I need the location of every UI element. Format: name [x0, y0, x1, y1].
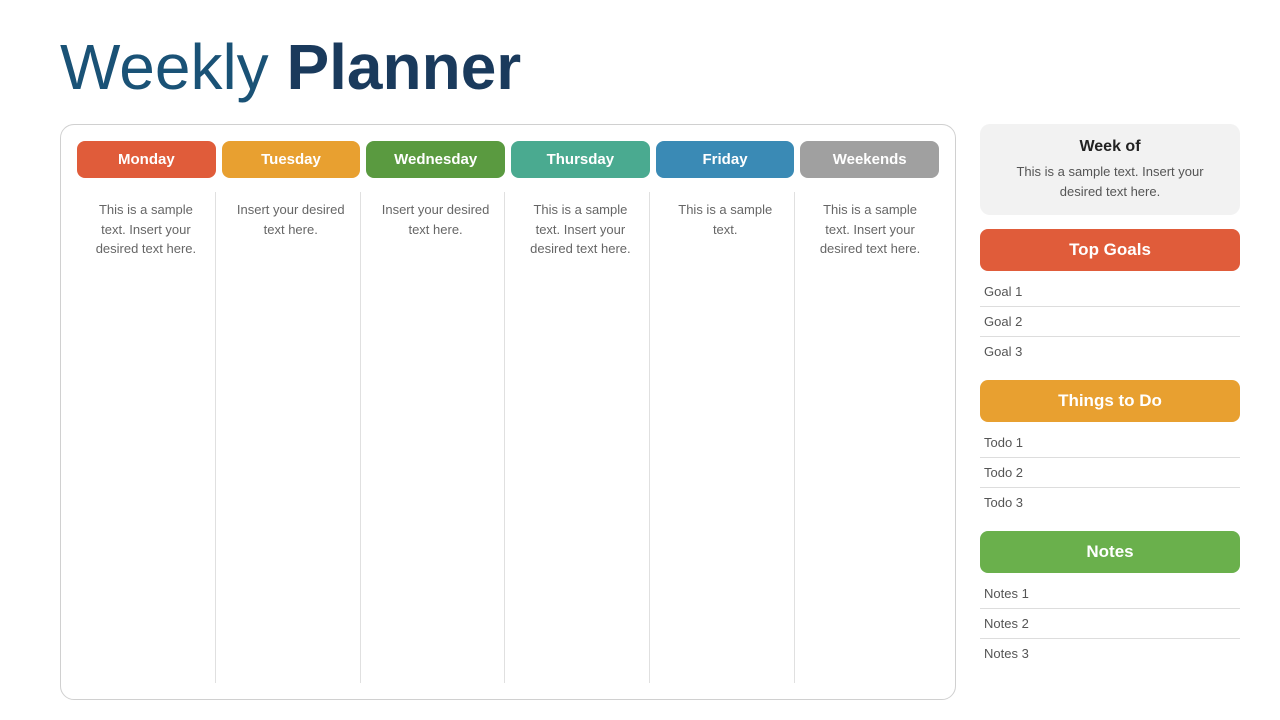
- title-area: Weekly Planner: [60, 30, 1240, 104]
- notes-card: Notes Notes 1Notes 2Notes 3: [980, 531, 1240, 668]
- days-header: MondayTuesdayWednesdayThursdayFridayWeek…: [77, 141, 939, 178]
- top-goals-items: Goal 1Goal 2Goal 3: [980, 277, 1240, 366]
- title-light: Weekly: [60, 31, 286, 103]
- week-of-title: Week of: [996, 138, 1224, 156]
- list-item: Goal 2: [980, 307, 1240, 337]
- list-item: Notes 1: [980, 579, 1240, 609]
- list-item: Goal 1: [980, 277, 1240, 307]
- notes-header: Notes: [980, 531, 1240, 573]
- day-badge-tuesday: Tuesday: [222, 141, 361, 178]
- day-badge-weekends: Weekends: [800, 141, 939, 178]
- things-todo-items: Todo 1Todo 2Todo 3: [980, 428, 1240, 517]
- top-goals-card: Top Goals Goal 1Goal 2Goal 3: [980, 229, 1240, 366]
- things-todo-header: Things to Do: [980, 380, 1240, 422]
- day-col-wednesday: Insert your desired text here.: [367, 192, 506, 683]
- title-bold: Planner: [286, 31, 521, 103]
- list-item: Todo 3: [980, 488, 1240, 517]
- day-col-friday: This is a sample text.: [656, 192, 795, 683]
- day-badge-friday: Friday: [656, 141, 795, 178]
- day-badge-monday: Monday: [77, 141, 216, 178]
- week-of-box: Week of This is a sample text. Insert yo…: [980, 124, 1240, 215]
- top-goals-header: Top Goals: [980, 229, 1240, 271]
- week-of-text: This is a sample text. Insert your desir…: [996, 162, 1224, 201]
- list-item: Notes 3: [980, 639, 1240, 668]
- day-col-weekends: This is a sample text. Insert your desir…: [801, 192, 939, 683]
- day-col-thursday: This is a sample text. Insert your desir…: [511, 192, 650, 683]
- list-item: Todo 1: [980, 428, 1240, 458]
- things-todo-card: Things to Do Todo 1Todo 2Todo 3: [980, 380, 1240, 517]
- notes-items: Notes 1Notes 2Notes 3: [980, 579, 1240, 668]
- day-col-tuesday: Insert your desired text here.: [222, 192, 361, 683]
- main-layout: MondayTuesdayWednesdayThursdayFridayWeek…: [60, 124, 1240, 700]
- list-item: Todo 2: [980, 458, 1240, 488]
- planner-grid: MondayTuesdayWednesdayThursdayFridayWeek…: [60, 124, 956, 700]
- day-badge-wednesday: Wednesday: [366, 141, 505, 178]
- days-content: This is a sample text. Insert your desir…: [77, 192, 939, 683]
- list-item: Goal 3: [980, 337, 1240, 366]
- day-badge-thursday: Thursday: [511, 141, 650, 178]
- sidebar: Week of This is a sample text. Insert yo…: [980, 124, 1240, 700]
- list-item: Notes 2: [980, 609, 1240, 639]
- day-col-monday: This is a sample text. Insert your desir…: [77, 192, 216, 683]
